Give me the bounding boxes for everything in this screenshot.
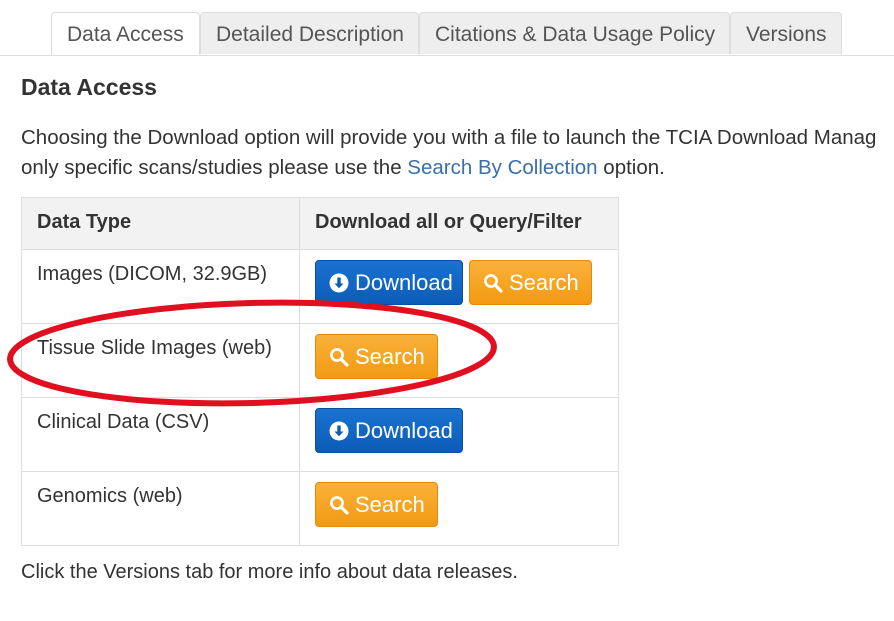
intro-text: Choosing the Download option will provid…	[21, 123, 894, 183]
arrow-down-circle-icon	[329, 273, 349, 292]
data-type-cell: Clinical Data (CSV)	[21, 397, 300, 472]
actions-cell: Download Search	[299, 249, 619, 324]
arrow-down-circle-icon	[329, 421, 349, 440]
data-type-cell: Tissue Slide Images (web)	[21, 323, 300, 398]
magnifier-icon	[484, 273, 503, 293]
search-label: Search	[355, 491, 425, 517]
table-header-row: Data Type Download all or Query/Filter	[21, 197, 619, 250]
intro-line-1: Choosing the Download option will provid…	[21, 126, 877, 149]
search-label: Search	[355, 343, 425, 369]
actions-cell: Search	[299, 323, 619, 398]
intro-line-2-after: option.	[597, 156, 665, 179]
search-by-collection-link[interactable]: Search By Collection	[407, 156, 597, 179]
tab-detailed-description[interactable]: Detailed Description	[200, 12, 419, 54]
intro-line-2: only specific scans/studies please use t…	[21, 153, 894, 183]
search-button[interactable]: Search	[315, 482, 438, 527]
actions-cell: Download	[299, 397, 619, 472]
tab-citations[interactable]: Citations & Data Usage Policy	[419, 12, 730, 54]
header-download-query: Download all or Query/Filter	[299, 197, 619, 250]
header-data-type: Data Type	[21, 197, 300, 250]
tab-versions[interactable]: Versions	[730, 12, 842, 54]
intro-line-2-before: only specific scans/studies please use t…	[21, 156, 408, 179]
search-label: Search	[509, 269, 579, 295]
data-type-cell: Genomics (web)	[21, 471, 300, 546]
magnifier-icon	[330, 495, 349, 515]
tab-data-access[interactable]: Data Access	[51, 12, 200, 55]
download-label: Download	[355, 269, 453, 295]
data-type-cell: Images (DICOM, 32.9GB)	[21, 249, 300, 324]
actions-cell: Search	[299, 471, 619, 546]
page: Data Access Detailed Description Citatio…	[0, 0, 894, 621]
footer-note: Click the Versions tab for more info abo…	[21, 561, 518, 583]
section-title: Data Access	[21, 74, 157, 100]
table-row: Clinical Data (CSV) Download	[21, 397, 619, 472]
tab-bar: Data Access Detailed Description Citatio…	[0, 12, 894, 56]
download-button[interactable]: Download	[315, 260, 463, 305]
data-access-table: Data Type Download all or Query/Filter I…	[21, 197, 619, 546]
download-label: Download	[355, 417, 453, 443]
download-button[interactable]: Download	[315, 408, 463, 453]
magnifier-icon	[330, 347, 349, 367]
table-row: Images (DICOM, 32.9GB) Download Search	[21, 249, 619, 324]
search-button[interactable]: Search	[469, 260, 592, 305]
table-row: Tissue Slide Images (web) Search	[21, 323, 619, 398]
table-row: Genomics (web) Search	[21, 471, 619, 546]
search-button[interactable]: Search	[315, 334, 438, 379]
